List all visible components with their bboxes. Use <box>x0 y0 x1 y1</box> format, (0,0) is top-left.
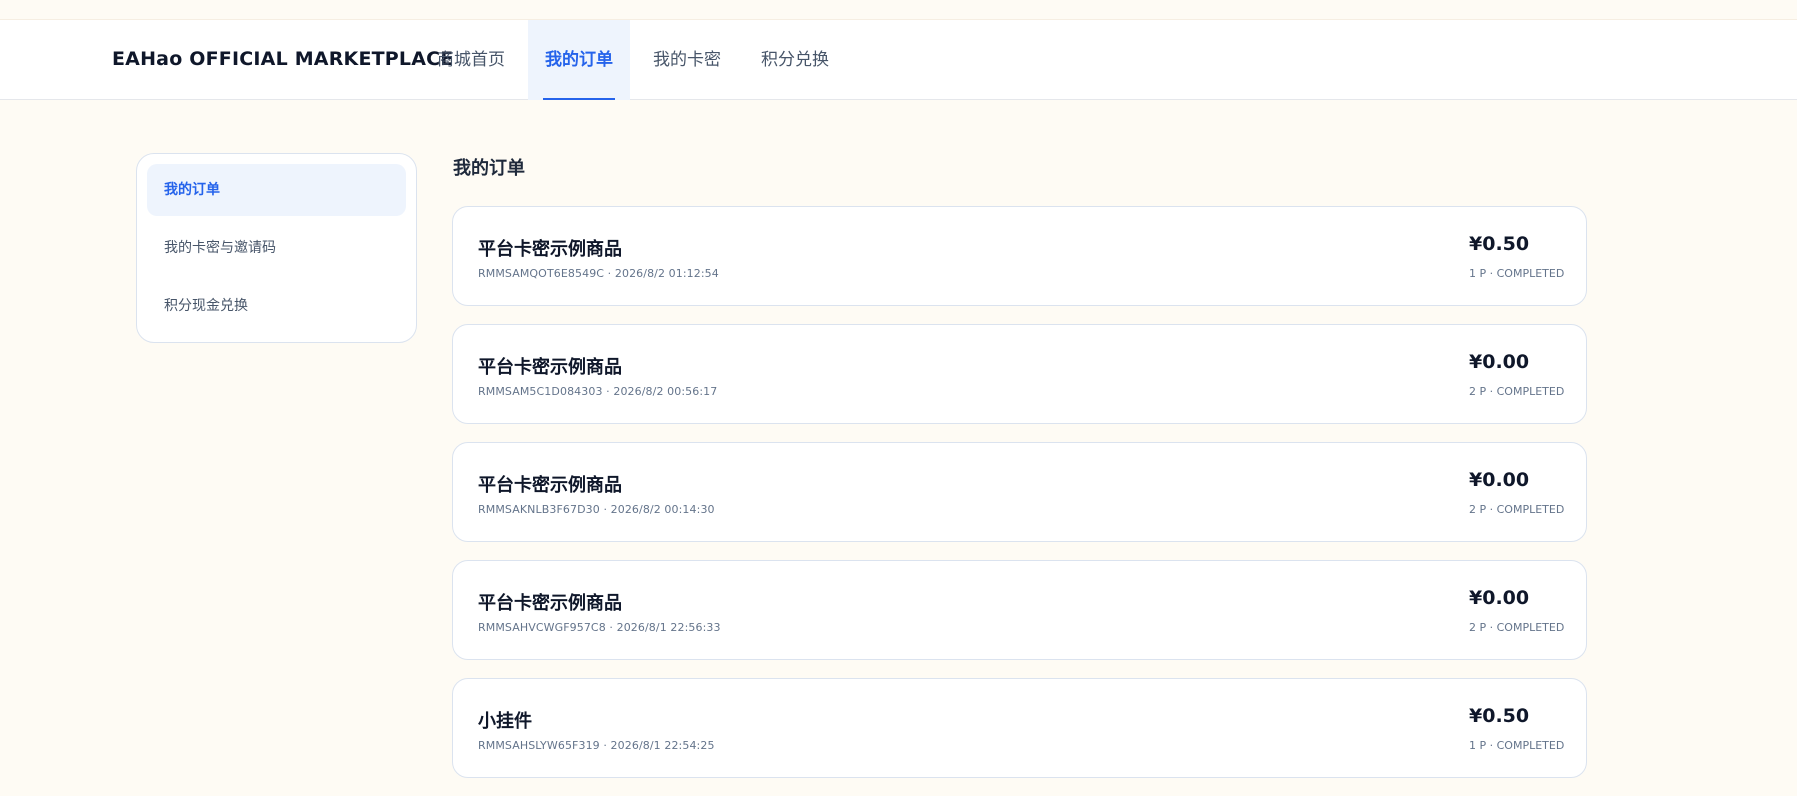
order-name: 平台卡密示例商品 <box>478 475 622 496</box>
order-meta: RMMSAHVCWGF957C8 · 2026/8/1 22:56:33 <box>478 621 721 634</box>
nav-home[interactable]: 商城首页 <box>420 20 522 100</box>
order-card[interactable]: 平台卡密示例商品 RMMSAHVCWGF957C8 · 2026/8/1 22:… <box>452 560 1587 660</box>
order-price: ¥0.00 <box>1469 469 1530 491</box>
nav-points-exchange[interactable]: 积分兑换 <box>744 20 846 100</box>
main-nav: 商城首页 我的订单 我的卡密 积分兑换 <box>420 20 852 100</box>
order-status: 1 P · COMPLETED <box>1469 739 1565 752</box>
page-title: 我的订单 <box>453 158 525 179</box>
order-card[interactable]: 平台卡密示例商品 RMMSAM5C1D084303 · 2026/8/2 00:… <box>452 324 1587 424</box>
order-status: 2 P · COMPLETED <box>1469 621 1565 634</box>
order-meta: RMMSAHSLYW65F319 · 2026/8/1 22:54:25 <box>478 739 715 752</box>
order-card[interactable]: 平台卡密示例商品 RMMSAMQOT6E8549C · 2026/8/2 01:… <box>452 206 1587 306</box>
sidebar: 我的订单 我的卡密与邀请码 积分现金兑换 <box>136 153 417 343</box>
sidebar-item-points-cash[interactable]: 积分现金兑换 <box>147 280 406 332</box>
nav-my-cards[interactable]: 我的卡密 <box>636 20 738 100</box>
order-name: 平台卡密示例商品 <box>478 593 622 614</box>
order-status: 1 P · COMPLETED <box>1469 267 1565 280</box>
order-price: ¥0.50 <box>1469 705 1530 727</box>
order-status: 2 P · COMPLETED <box>1469 385 1565 398</box>
order-meta: RMMSAMQOT6E8549C · 2026/8/2 01:12:54 <box>478 267 719 280</box>
order-price: ¥0.00 <box>1469 351 1530 373</box>
nav-my-orders[interactable]: 我的订单 <box>528 20 630 100</box>
order-price: ¥0.50 <box>1469 233 1530 255</box>
order-list: 平台卡密示例商品 RMMSAMQOT6E8549C · 2026/8/2 01:… <box>452 206 1587 796</box>
order-name: 小挂件 <box>478 711 532 732</box>
order-name: 平台卡密示例商品 <box>478 239 622 260</box>
order-meta: RMMSAM5C1D084303 · 2026/8/2 00:56:17 <box>478 385 718 398</box>
sidebar-item-my-orders[interactable]: 我的订单 <box>147 164 406 216</box>
sidebar-item-cards-invites[interactable]: 我的卡密与邀请码 <box>147 222 406 274</box>
order-price: ¥0.00 <box>1469 587 1530 609</box>
order-meta: RMMSAKNLB3F67D30 · 2026/8/2 00:14:30 <box>478 503 715 516</box>
order-card[interactable]: 平台卡密示例商品 RMMSAKNLB3F67D30 · 2026/8/2 00:… <box>452 442 1587 542</box>
top-strip <box>0 0 1797 20</box>
site-header: EAHao OFFICIAL MARKETPLACE 商城首页 我的订单 我的卡… <box>0 20 1797 100</box>
order-status: 2 P · COMPLETED <box>1469 503 1565 516</box>
brand-logo[interactable]: EAHao OFFICIAL MARKETPLACE <box>112 20 453 99</box>
order-name: 平台卡密示例商品 <box>478 357 622 378</box>
order-card[interactable]: 小挂件 RMMSAHSLYW65F319 · 2026/8/1 22:54:25… <box>452 678 1587 778</box>
